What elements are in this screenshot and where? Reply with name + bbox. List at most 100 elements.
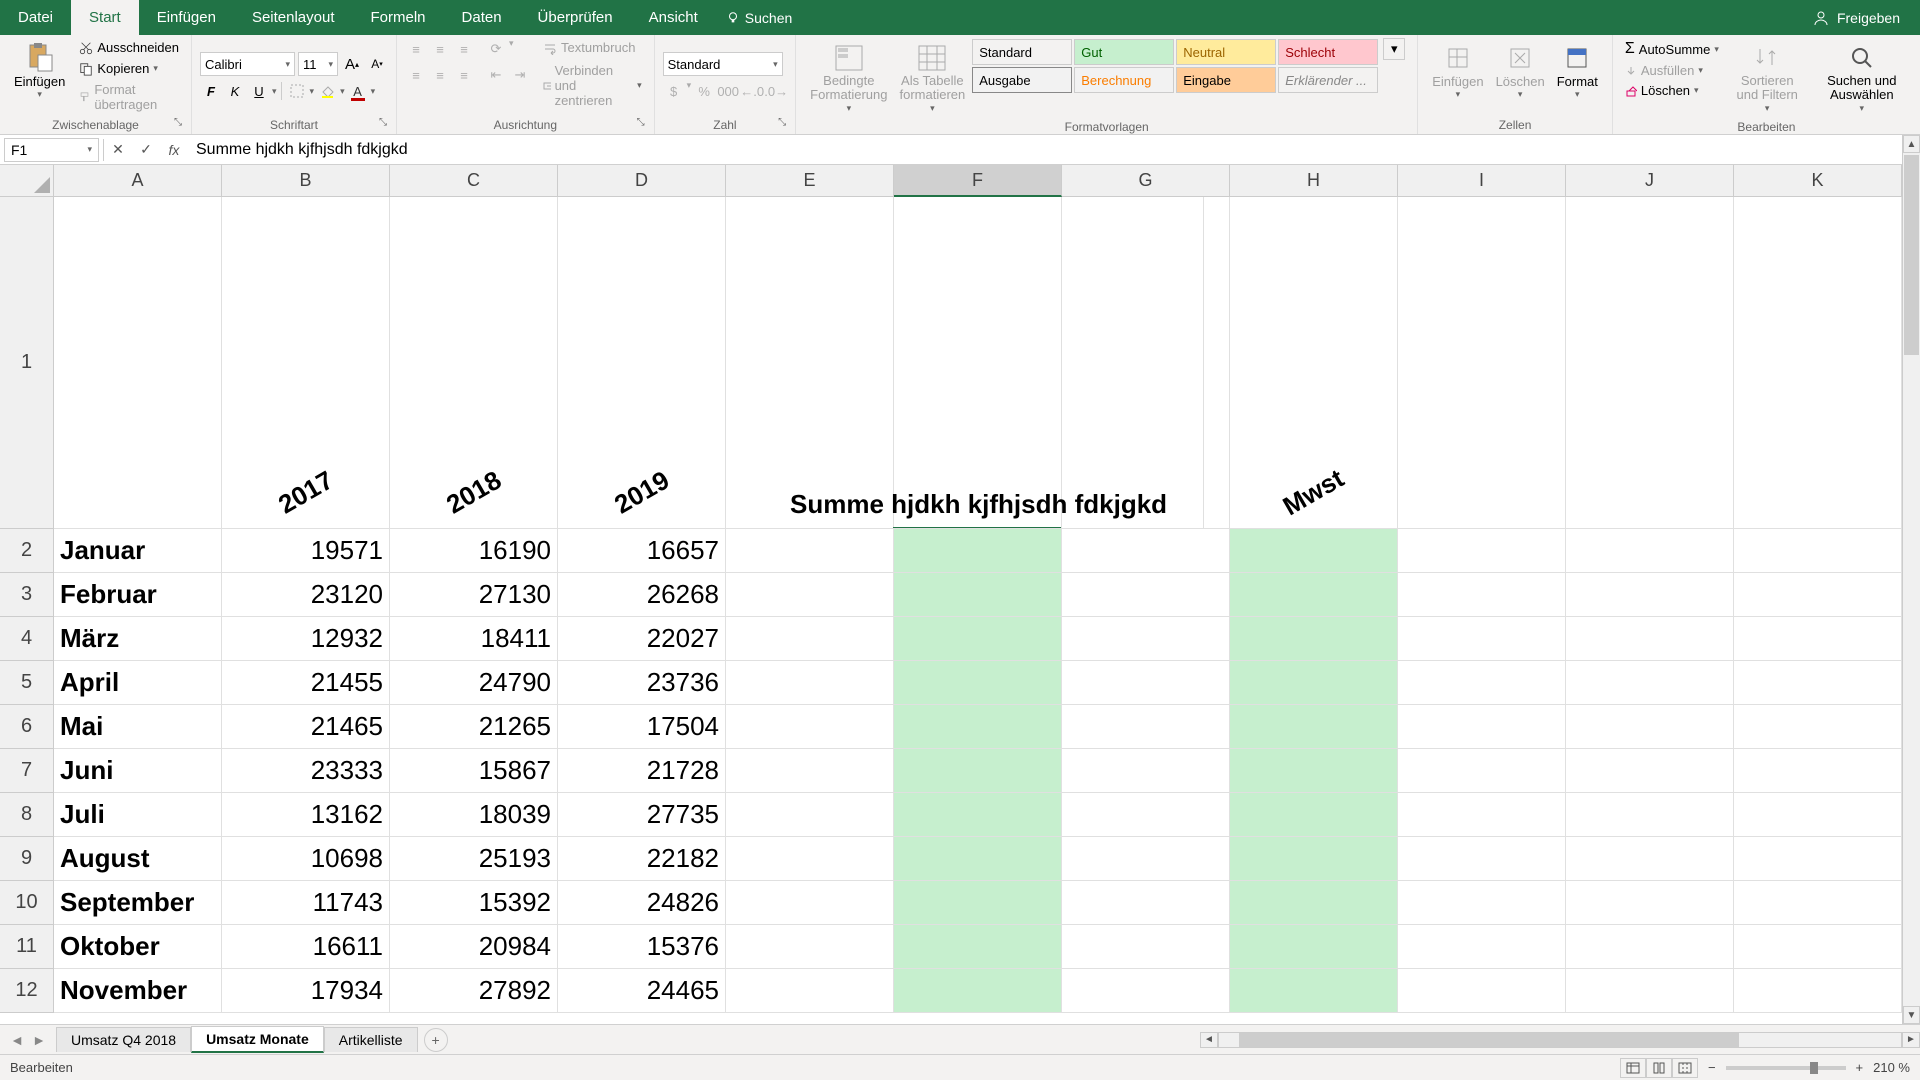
- row-header[interactable]: 11: [0, 925, 54, 969]
- cell[interactable]: [1566, 881, 1734, 925]
- comma-icon[interactable]: 000: [717, 80, 739, 102]
- tab-pagelayout[interactable]: Seitenlayout: [234, 0, 353, 35]
- cell[interactable]: 15867: [390, 749, 558, 793]
- cell[interactable]: 17934: [222, 969, 390, 1013]
- col-header[interactable]: F: [894, 165, 1062, 197]
- cell[interactable]: Juli: [54, 793, 222, 837]
- cell[interactable]: [1062, 617, 1230, 661]
- share-button[interactable]: Freigeben: [1837, 10, 1900, 26]
- cell[interactable]: [1230, 661, 1398, 705]
- format-as-table-button[interactable]: Als Tabelle formatieren▾: [893, 38, 971, 118]
- row-header[interactable]: 9: [0, 837, 54, 881]
- cell[interactable]: August: [54, 837, 222, 881]
- cell[interactable]: [1062, 793, 1230, 837]
- cell[interactable]: [1230, 749, 1398, 793]
- format-painter-button[interactable]: Format übertragen: [75, 80, 183, 114]
- scroll-right-icon[interactable]: ►: [1902, 1032, 1920, 1048]
- cell[interactable]: September: [54, 881, 222, 925]
- cell[interactable]: [1734, 749, 1902, 793]
- decrease-decimal-icon[interactable]: .0→: [765, 80, 787, 102]
- row-headers[interactable]: 123456789101112: [0, 197, 54, 1013]
- style-good[interactable]: Gut: [1074, 39, 1174, 65]
- cut-button[interactable]: Ausschneiden: [75, 38, 183, 57]
- cell[interactable]: [726, 749, 894, 793]
- cell[interactable]: [1062, 969, 1230, 1013]
- cell[interactable]: [1566, 793, 1734, 837]
- italic-button[interactable]: K: [224, 80, 246, 102]
- style-standard[interactable]: Standard: [972, 39, 1072, 65]
- format-cells-button[interactable]: Format▾: [1551, 38, 1604, 104]
- fill-button[interactable]: Ausfüllen▾: [1621, 61, 1723, 80]
- dialog-launcher-icon[interactable]: ⤡: [174, 117, 188, 131]
- cell[interactable]: [1398, 529, 1566, 573]
- cell[interactable]: [1398, 837, 1566, 881]
- cell[interactable]: [1566, 661, 1734, 705]
- name-box[interactable]: F1▾: [4, 138, 99, 162]
- cell[interactable]: 22182: [558, 837, 726, 881]
- tab-start[interactable]: Start: [71, 0, 139, 35]
- cell[interactable]: [1230, 881, 1398, 925]
- cell[interactable]: [1734, 617, 1902, 661]
- sheet-tab[interactable]: Umsatz Monate: [191, 1026, 324, 1053]
- cell[interactable]: [894, 705, 1062, 749]
- cell[interactable]: 2019: [558, 197, 726, 529]
- font-name-combo[interactable]: Calibri▾: [200, 52, 295, 76]
- increase-font-icon[interactable]: A▴: [341, 53, 363, 75]
- cell[interactable]: [726, 529, 894, 573]
- cell[interactable]: [726, 881, 894, 925]
- delete-cells-button[interactable]: Löschen▾: [1490, 38, 1551, 104]
- cell[interactable]: Mwst: [1230, 197, 1398, 529]
- cell[interactable]: 10698: [222, 837, 390, 881]
- conditional-format-button[interactable]: Bedingte Formatierung▾: [804, 38, 893, 118]
- cell[interactable]: [726, 661, 894, 705]
- cell[interactable]: [1566, 837, 1734, 881]
- cell[interactable]: [894, 925, 1062, 969]
- cell[interactable]: [1398, 969, 1566, 1013]
- bold-button[interactable]: F: [200, 80, 222, 102]
- cell[interactable]: 21265: [390, 705, 558, 749]
- cell[interactable]: 26268: [558, 573, 726, 617]
- cell[interactable]: [1734, 793, 1902, 837]
- cell[interactable]: [1062, 925, 1230, 969]
- tab-data[interactable]: Daten: [444, 0, 520, 35]
- merge-button[interactable]: Verbinden und zentrieren▾: [539, 61, 646, 110]
- percent-icon[interactable]: %: [693, 80, 715, 102]
- clear-button[interactable]: Löschen▾: [1621, 81, 1723, 100]
- cell[interactable]: 23120: [222, 573, 390, 617]
- cell[interactable]: 25193: [390, 837, 558, 881]
- cell[interactable]: [894, 529, 1062, 573]
- cell[interactable]: [1734, 661, 1902, 705]
- cell[interactable]: 18039: [390, 793, 558, 837]
- number-format-combo[interactable]: Standard▾: [663, 52, 783, 76]
- col-header[interactable]: H: [1230, 165, 1398, 197]
- align-center-icon[interactable]: ≡: [429, 64, 451, 86]
- cell[interactable]: 15376: [558, 925, 726, 969]
- col-header[interactable]: K: [1734, 165, 1902, 197]
- scroll-up-icon[interactable]: ▲: [1903, 135, 1920, 153]
- cell[interactable]: [1734, 837, 1902, 881]
- cell[interactable]: [1062, 705, 1230, 749]
- style-input[interactable]: Eingabe: [1176, 67, 1276, 93]
- cell[interactable]: [1734, 529, 1902, 573]
- view-page-layout-icon[interactable]: [1646, 1058, 1672, 1078]
- cell[interactable]: Summe hjdkh kjfhjsdh fdkjgkd: [784, 197, 1204, 529]
- style-neutral[interactable]: Neutral: [1176, 39, 1276, 65]
- cell[interactable]: Januar: [54, 529, 222, 573]
- cell[interactable]: April: [54, 661, 222, 705]
- dialog-launcher-icon[interactable]: ⤡: [637, 117, 651, 131]
- zoom-in-icon[interactable]: +: [1856, 1060, 1864, 1075]
- cell[interactable]: 13162: [222, 793, 390, 837]
- cell[interactable]: [1062, 573, 1230, 617]
- tell-me-search[interactable]: Suchen: [726, 10, 792, 26]
- cell[interactable]: 19571: [222, 529, 390, 573]
- column-headers[interactable]: ABCDEFGHIJK: [54, 165, 1920, 197]
- cell[interactable]: 16190: [390, 529, 558, 573]
- formula-input[interactable]: [188, 141, 1920, 159]
- row-header[interactable]: 7: [0, 749, 54, 793]
- fill-color-button[interactable]: [316, 80, 338, 102]
- cell[interactable]: November: [54, 969, 222, 1013]
- cell[interactable]: [1734, 881, 1902, 925]
- cell[interactable]: 27892: [390, 969, 558, 1013]
- cell[interactable]: [1230, 793, 1398, 837]
- cell[interactable]: 2018: [390, 197, 558, 529]
